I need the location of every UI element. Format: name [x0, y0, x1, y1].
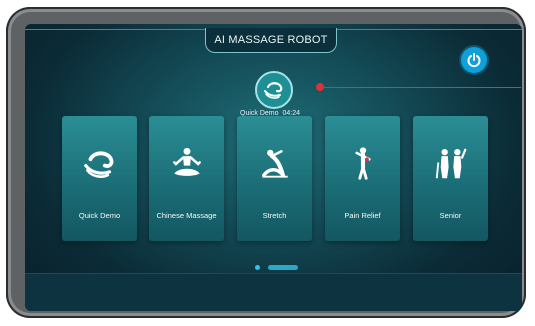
- yoga-stretch-icon: [255, 144, 295, 184]
- now-playing-button[interactable]: [255, 71, 293, 109]
- hand-icon: [264, 82, 283, 99]
- app-screen: AI MASSAGE ROBOT Quick Demo 04:24 Quick D…: [25, 24, 522, 311]
- program-label: Pain Relief: [344, 211, 381, 220]
- program-label: Quick Demo: [78, 211, 121, 220]
- page-dot-active[interactable]: [255, 265, 260, 270]
- program-label: Stretch: [262, 211, 287, 220]
- program-card-stretch[interactable]: Stretch: [237, 116, 312, 241]
- page-dot[interactable]: [268, 265, 298, 270]
- program-card-quick-demo[interactable]: Quick Demo: [62, 116, 137, 241]
- program-label: Chinese Massage: [156, 211, 217, 220]
- program-card-senior[interactable]: Senior: [413, 116, 488, 241]
- title-tab: AI MASSAGE ROBOT: [205, 28, 337, 53]
- title-divider-right: [335, 29, 522, 30]
- meditation-icon: [167, 144, 207, 184]
- title-divider-left: [25, 29, 205, 30]
- hand-icon: [80, 144, 120, 184]
- program-label: Senior: [439, 211, 462, 220]
- power-icon: [467, 53, 481, 68]
- bottom-bar: [25, 273, 522, 311]
- pagination: [255, 265, 298, 270]
- program-card-chinese-massage[interactable]: Chinese Massage: [149, 116, 224, 241]
- body-pain-icon: [343, 144, 383, 184]
- pointer-line: [321, 87, 521, 88]
- app-title: AI MASSAGE ROBOT: [214, 34, 328, 46]
- elderly-couple-icon: [431, 144, 471, 184]
- program-card-pain-relief[interactable]: Pain Relief: [325, 116, 400, 241]
- power-button[interactable]: [461, 47, 487, 73]
